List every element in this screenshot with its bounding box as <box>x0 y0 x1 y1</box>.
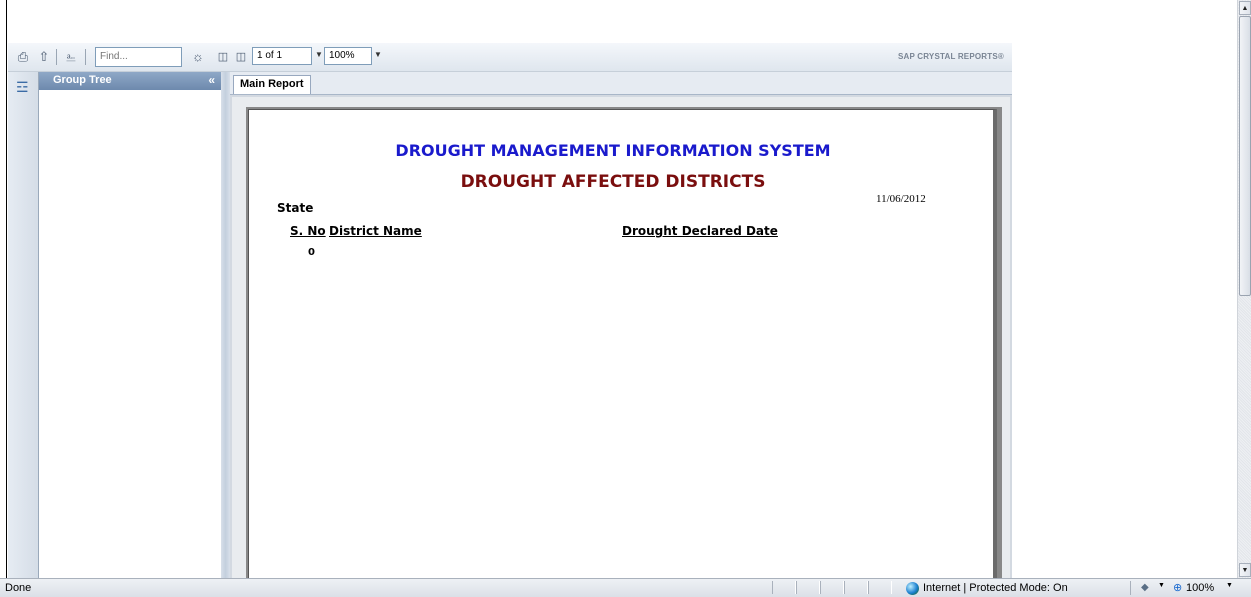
zoom-level[interactable]: 100% <box>1186 582 1214 594</box>
security-settings-icon[interactable]: ◆ <box>1141 582 1149 593</box>
page-dropdown-icon[interactable]: ▼ <box>314 47 324 63</box>
status-cell <box>844 581 868 594</box>
group-tree-toggle-icon[interactable]: ☲ <box>16 79 29 96</box>
zoom-magnifier-icon[interactable]: ⊕ <box>1173 581 1182 594</box>
report-subtitle: DROUGHT AFFECTED DISTRICTS <box>460 172 766 192</box>
zoom-field[interactable]: 100% <box>324 47 372 65</box>
report-date: 11/06/2012 <box>876 193 926 205</box>
brand-logo: SAP CRYSTAL REPORTS® <box>897 52 1004 61</box>
scroll-up-icon[interactable]: ▲ <box>1239 1 1251 15</box>
group-tree-header: Group Tree « <box>39 72 221 90</box>
vertical-scrollbar[interactable]: ▲ ▼ <box>1237 0 1251 578</box>
table-row-sno-value: 0 <box>308 247 315 258</box>
column-header-declared-date: Drought Declared Date <box>622 224 778 238</box>
find-input[interactable] <box>95 47 182 67</box>
page-number-field[interactable]: 1 of 1 <box>252 47 312 65</box>
group-label-state: State <box>277 201 314 215</box>
zoom-dropdown-icon[interactable]: ▼ <box>1226 582 1233 589</box>
prev-page-icon[interactable]: ◫ <box>214 48 232 65</box>
column-header-district: District Name <box>329 224 422 238</box>
status-cell <box>772 581 796 594</box>
group-tree-title: Group Tree <box>53 74 112 86</box>
panel-splitter[interactable] <box>221 72 230 578</box>
window-edge-line <box>6 0 7 578</box>
group-tree-panel <box>39 90 222 578</box>
collapse-panel-icon[interactable]: « <box>208 73 215 87</box>
status-cell <box>796 581 820 594</box>
binoculars-icon[interactable]: ☼ <box>189 48 207 65</box>
report-title: DROUGHT MANAGEMENT INFORMATION SYSTEM <box>395 141 831 160</box>
status-separator <box>1130 581 1131 595</box>
scrollbar-thumb[interactable] <box>1239 16 1251 296</box>
side-toolbar: ☲ <box>8 72 39 578</box>
next-page-icon[interactable]: ◫ <box>232 48 250 65</box>
security-zone[interactable]: Internet | Protected Mode: On <box>906 581 1068 595</box>
toolbar-separator <box>85 49 86 65</box>
column-header-sno: S. No <box>290 224 326 238</box>
globe-icon <box>906 581 919 595</box>
zoom-dropdown-icon[interactable]: ▼ <box>373 47 383 63</box>
status-cell <box>820 581 844 594</box>
report-page-shadow: DROUGHT MANAGEMENT INFORMATION SYSTEM DR… <box>246 107 1002 591</box>
scroll-down-icon[interactable]: ▼ <box>1239 563 1251 577</box>
zone-text: Internet | Protected Mode: On <box>923 582 1068 594</box>
browser-status-bar: Done Internet | Protected Mode: On ◆ ▼ ⊕… <box>0 578 1251 597</box>
report-tab-strip: Main Report <box>230 72 1012 95</box>
status-text: Done <box>5 582 32 594</box>
report-page: DROUGHT MANAGEMENT INFORMATION SYSTEM DR… <box>248 109 997 591</box>
report-viewer: DROUGHT MANAGEMENT INFORMATION SYSTEM DR… <box>230 95 1012 591</box>
export-up-icon[interactable]: ⇧ <box>35 48 53 65</box>
tab-main-report[interactable]: Main Report <box>233 75 311 94</box>
status-cell <box>868 581 892 594</box>
security-dropdown-icon[interactable]: ▼ <box>1158 582 1165 589</box>
print-icon[interactable]: ⎙ <box>14 48 32 65</box>
report-canvas: DROUGHT MANAGEMENT INFORMATION SYSTEM DR… <box>232 97 1010 591</box>
toolbar-separator <box>56 49 57 65</box>
export-icon[interactable]: ⎁ <box>62 48 80 65</box>
report-toolbar: ⎙ ⇧ ⎁ ☼ ◫ ◫ 1 of 1 ▼ 100% ▼ SAP CRYSTAL … <box>8 43 1012 72</box>
